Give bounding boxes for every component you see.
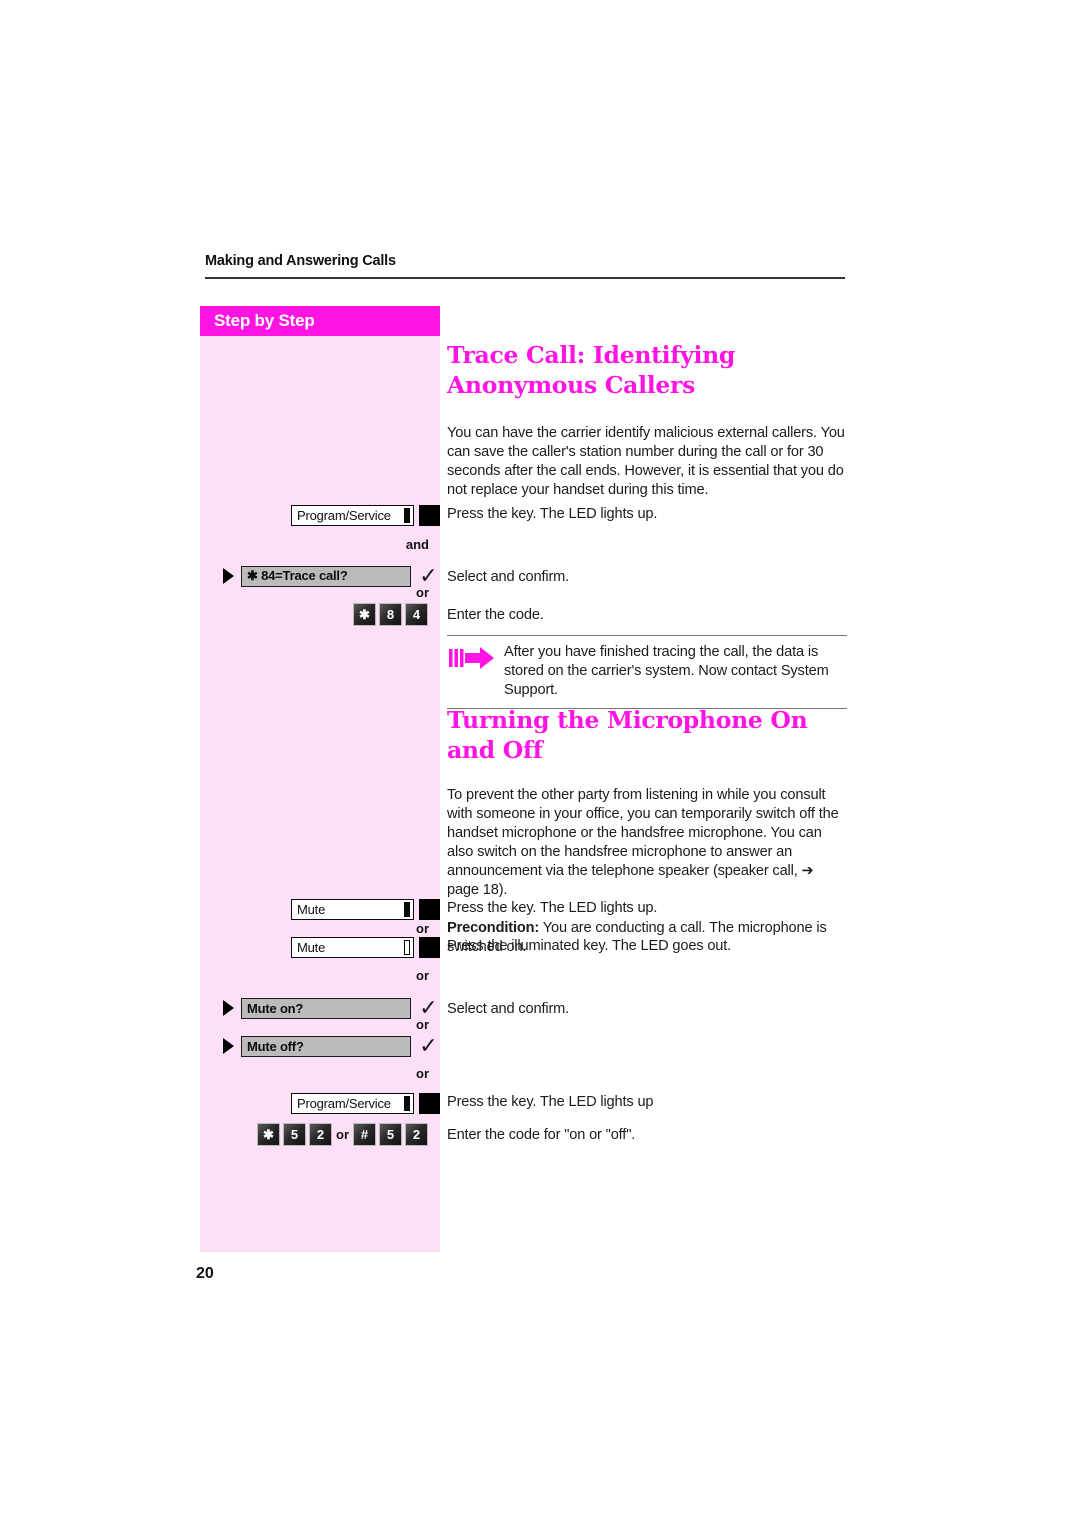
step-instruction-mute-code: Enter the code for "on or "off".: [447, 1127, 636, 1143]
conjunction-or-2: or: [416, 921, 429, 936]
step-control-mute-on-option: Mute on? ✓: [200, 997, 440, 1019]
menu-option-mute-on[interactable]: Mute on? ✓: [223, 997, 440, 1019]
sidebar-title: Step by Step: [200, 306, 440, 336]
function-key-label: Program/Service: [291, 505, 414, 526]
manual-page: Making and Answering Calls Step by Step …: [0, 0, 1080, 1528]
function-key-label: Mute: [291, 937, 414, 958]
step-control-mute-key-lit: Mute: [200, 937, 440, 958]
intro-paragraph-microphone: To prevent the other party from listenin…: [447, 787, 839, 898]
keypad-key-star[interactable]: ✱: [257, 1123, 280, 1146]
step-control-mute-code: ✱ 5 2 or # 5 2: [188, 1123, 440, 1146]
menu-option-bar[interactable]: Mute on?: [241, 997, 411, 1019]
function-key-label: Program/Service: [291, 1093, 414, 1114]
step-control-mute-key-off: Mute: [200, 899, 440, 920]
function-key-mute[interactable]: Mute: [291, 899, 440, 920]
step-control-program-service-2: Program/Service: [200, 1093, 440, 1114]
function-key-label-text: Program/Service: [297, 1096, 391, 1111]
function-key-label-text: Mute: [297, 940, 326, 955]
led-indicator: [419, 899, 440, 920]
step-instruction-mute-on-option: Select and confirm.: [447, 1001, 570, 1017]
section-microphone: Turning the Microphone On and Off To pre…: [447, 705, 847, 957]
keypad-key-2[interactable]: 2: [309, 1123, 332, 1146]
led-indicator: [419, 937, 440, 958]
function-key-label-text: Program/Service: [297, 508, 391, 523]
function-key-program-service[interactable]: Program/Service: [291, 505, 440, 526]
conjunction-or-3: or: [416, 968, 429, 983]
step-instruction-trace-call-code: Enter the code.: [447, 607, 544, 623]
function-key-label: Mute: [291, 899, 414, 920]
header-rule: [205, 277, 845, 279]
keypad-key-5[interactable]: 5: [283, 1123, 306, 1146]
led-indicator: [419, 1093, 440, 1114]
confirm-check-icon[interactable]: ✓: [417, 565, 440, 587]
page-title-trace-call: Trace Call: Identifying Anonymous Caller…: [447, 341, 736, 399]
confirm-check-icon[interactable]: ✓: [417, 997, 440, 1019]
step-instruction-program-service-1: Press the key. The LED lights up.: [447, 506, 658, 522]
arrow-note-icon: [449, 645, 495, 671]
keypad-code-hash-52[interactable]: # 5 2: [353, 1123, 428, 1146]
keypad-key-8[interactable]: 8: [379, 603, 402, 626]
keypad-key-2[interactable]: 2: [405, 1123, 428, 1146]
function-key-mute-illuminated[interactable]: Mute: [291, 937, 440, 958]
intro-paragraph-trace-call: You can have the carrier identify malici…: [447, 425, 845, 498]
page-title-microphone: Turning the Microphone On and Off: [447, 706, 808, 764]
led-indicator: [419, 505, 440, 526]
keypad-key-5[interactable]: 5: [379, 1123, 402, 1146]
keypad-join-or: or: [336, 1126, 349, 1142]
step-instruction-program-service-2: Press the key. The LED lights up: [447, 1094, 654, 1110]
keypad-code-star-52[interactable]: ✱ 5 2: [257, 1123, 332, 1146]
page-number: 20: [196, 1265, 214, 1282]
menu-option-trace-call[interactable]: ✱ 84=Trace call? ✓: [223, 565, 440, 587]
keypad-key-4[interactable]: 4: [405, 603, 428, 626]
menu-option-mute-off[interactable]: Mute off? ✓: [223, 1035, 440, 1057]
step-control-program-service-1: Program/Service: [200, 505, 440, 526]
function-key-program-service[interactable]: Program/Service: [291, 1093, 440, 1114]
precondition-label: Precondition:: [447, 920, 540, 936]
caret-right-icon: [223, 1000, 234, 1016]
caret-right-icon: [223, 568, 234, 584]
step-instruction-mute-key-lit: Press the illuminated key. The LED goes …: [447, 938, 732, 954]
function-key-label-text: Mute: [297, 902, 326, 917]
conjunction-and: and: [405, 537, 429, 552]
conjunction-or-5: or: [416, 1066, 429, 1081]
conjunction-or-1: or: [416, 585, 429, 600]
section-trace-call: Trace Call: Identifying Anonymous Caller…: [447, 340, 847, 500]
step-instruction-trace-call-option: Select and confirm.: [447, 569, 570, 585]
note-block-trace-call: After you have finished tracing the call…: [447, 635, 847, 709]
step-instruction-mute-key-off: Press the key. The LED lights up.: [447, 900, 658, 916]
keypad-code-84[interactable]: ✱ 8 4: [353, 603, 428, 626]
menu-option-bar[interactable]: ✱ 84=Trace call?: [241, 565, 411, 587]
step-control-mute-off-option: Mute off? ✓: [200, 1035, 440, 1057]
caret-right-icon: [223, 1038, 234, 1054]
key-slot-indicator: [404, 508, 410, 523]
keypad-key-star[interactable]: ✱: [353, 603, 376, 626]
running-header: Making and Answering Calls: [205, 253, 396, 269]
step-instruction-mute-off-option: [447, 1035, 847, 1038]
key-slot-indicator-lit: [404, 940, 410, 955]
menu-option-bar[interactable]: Mute off?: [241, 1035, 411, 1057]
note-text-trace-call: After you have finished tracing the call…: [504, 644, 829, 698]
confirm-check-icon[interactable]: ✓: [417, 1035, 440, 1057]
key-slot-indicator: [404, 1096, 410, 1111]
step-control-trace-call-option: ✱ 84=Trace call? ✓: [200, 565, 440, 587]
conjunction-or-4: or: [416, 1017, 429, 1032]
key-slot-indicator: [404, 902, 410, 917]
step-control-trace-call-code: ✱ 8 4: [188, 603, 440, 626]
keypad-key-hash[interactable]: #: [353, 1123, 376, 1146]
